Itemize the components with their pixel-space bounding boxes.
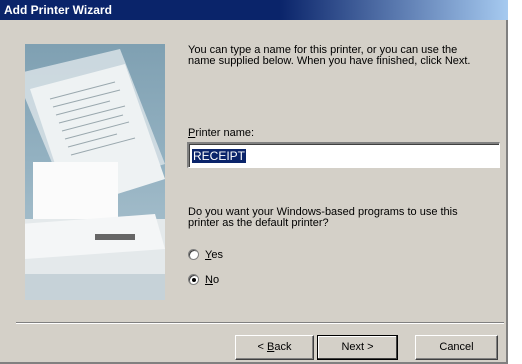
radio-yes-circle[interactable] — [188, 249, 199, 260]
title-bar[interactable]: Add Printer Wizard — [0, 0, 508, 20]
default-printer-question: Do you want your Windows-based programs … — [188, 206, 458, 229]
radio-no-circle[interactable] — [188, 274, 199, 285]
printer-name-value: RECEIPT — [192, 149, 247, 163]
printer-name-label: Printer name: — [188, 127, 255, 139]
radio-no-label[interactable]: No — [205, 274, 219, 286]
intro-text: You can type a name for this printer, or… — [188, 44, 471, 67]
radio-yes-label[interactable]: Yes — [205, 249, 223, 261]
cancel-button[interactable]: Cancel — [415, 335, 498, 360]
next-button[interactable]: Next > — [317, 335, 398, 360]
button-divider — [16, 322, 504, 324]
printer-name-input[interactable]: RECEIPT — [187, 142, 500, 168]
back-button[interactable]: < Back — [235, 335, 314, 360]
window-title: Add Printer Wizard — [4, 3, 112, 17]
wizard-printer-illustration — [25, 44, 165, 300]
add-printer-wizard-window: Add Printer Wizard You can type a name f… — [0, 0, 508, 364]
radio-checked-dot — [192, 278, 196, 282]
